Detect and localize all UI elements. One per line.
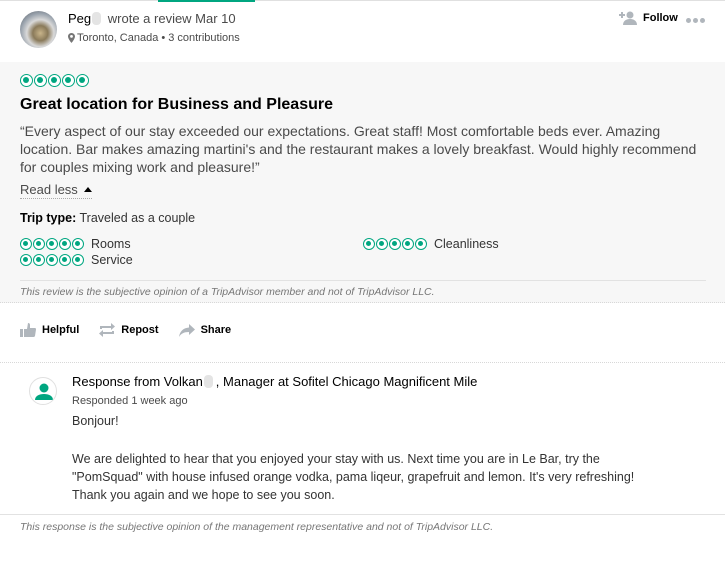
meta-separator: • bbox=[161, 32, 166, 44]
caret-up-icon bbox=[83, 187, 92, 192]
divider bbox=[0, 514, 725, 515]
manager-avatar bbox=[29, 377, 57, 405]
review-text: “Every aspect of our stay exceeded our e… bbox=[20, 123, 697, 175]
share-label: Share bbox=[200, 324, 232, 336]
overall-rating-bubbles bbox=[20, 74, 89, 87]
reviewer-contributions[interactable]: 3 contributions bbox=[168, 32, 240, 44]
reviewer-location: Toronto, Canada bbox=[77, 32, 159, 44]
redacted-name bbox=[92, 12, 102, 25]
share-arrow-icon bbox=[178, 323, 195, 337]
follow-label: Follow bbox=[643, 12, 678, 24]
review-header: Peg wrote a review Mar 10 Toronto, Canad… bbox=[0, 0, 725, 62]
response-header: Response from Volkan , Manager at Sofitel… bbox=[72, 374, 477, 389]
rating-bubble bbox=[20, 74, 33, 87]
cleanliness-rating-bubbles bbox=[363, 238, 427, 250]
sub-rating-rooms: Rooms bbox=[20, 237, 131, 251]
review-disclaimer: This review is the subjective opinion of… bbox=[20, 286, 435, 298]
share-button[interactable]: Share bbox=[178, 323, 232, 337]
read-less-label: Read less bbox=[20, 182, 78, 197]
response-greeting: Bonjour! bbox=[72, 414, 119, 428]
helpful-label: Helpful bbox=[42, 324, 80, 336]
response-disclaimer: This response is the subjective opinion … bbox=[20, 521, 494, 533]
add-user-icon bbox=[619, 11, 637, 25]
reviewer-line: Peg wrote a review Mar 10 bbox=[68, 11, 236, 26]
response-text: We are delighted to hear that you enjoye… bbox=[72, 452, 635, 502]
sub-rating-label: Cleanliness bbox=[434, 237, 499, 251]
review-actions: Helpful Repost Share bbox=[20, 323, 231, 337]
divider bbox=[20, 280, 706, 281]
review-title[interactable]: Great location for Business and Pleasure bbox=[20, 96, 333, 114]
redacted-name bbox=[203, 375, 213, 388]
repost-icon bbox=[99, 323, 116, 337]
location-pin-icon bbox=[68, 33, 75, 43]
trip-type: Trip type: Traveled as a couple bbox=[20, 211, 195, 225]
user-icon bbox=[35, 383, 53, 400]
sub-rating-cleanliness: Cleanliness bbox=[363, 237, 499, 251]
rating-bubble bbox=[34, 74, 47, 87]
sub-rating-label: Rooms bbox=[91, 237, 131, 251]
response-time: Responded 1 week ago bbox=[72, 395, 188, 407]
sub-rating-service: Service bbox=[20, 253, 133, 267]
trip-type-label: Trip type: bbox=[20, 211, 77, 225]
responder-title: , Manager at Sofitel Chicago Magnificent… bbox=[215, 374, 478, 389]
service-rating-bubbles bbox=[20, 254, 84, 266]
reviewer-avatar[interactable] bbox=[20, 11, 57, 48]
rating-bubble bbox=[76, 74, 89, 87]
reviewer-name[interactable]: Peg bbox=[68, 11, 91, 26]
review-action-text: wrote a review Mar 10 bbox=[107, 11, 236, 26]
sub-rating-label: Service bbox=[91, 253, 133, 267]
rating-bubble bbox=[62, 74, 75, 87]
reviewer-meta: Toronto, Canada • 3 contributions bbox=[68, 32, 240, 44]
response-from: Response from Volkan bbox=[72, 374, 203, 389]
more-options-icon[interactable] bbox=[686, 18, 705, 23]
rating-bubble bbox=[48, 74, 61, 87]
divider bbox=[0, 362, 725, 363]
repost-button[interactable]: Repost bbox=[99, 323, 159, 337]
review-body: Great location for Business and Pleasure… bbox=[0, 62, 725, 303]
trip-type-value: Traveled as a couple bbox=[79, 211, 196, 225]
follow-button[interactable]: Follow bbox=[619, 11, 678, 25]
divider bbox=[0, 302, 725, 303]
thumbs-up-icon bbox=[20, 323, 36, 337]
read-less-link[interactable]: Read less bbox=[20, 182, 92, 199]
helpful-button[interactable]: Helpful bbox=[20, 323, 79, 337]
rooms-rating-bubbles bbox=[20, 238, 84, 250]
repost-label: Repost bbox=[121, 324, 159, 336]
